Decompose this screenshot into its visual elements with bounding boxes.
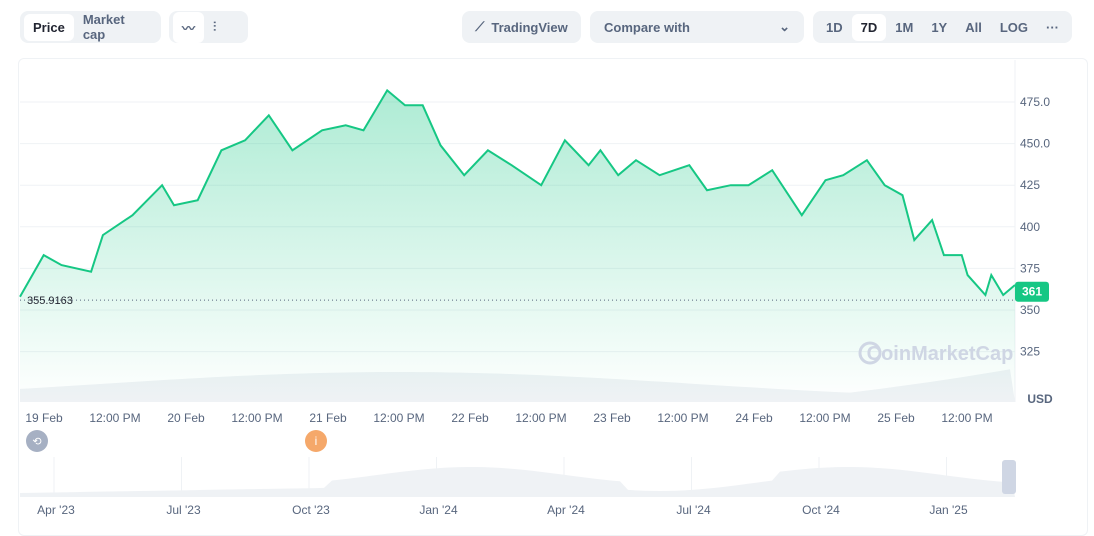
x-tick-label: 12:00 PM bbox=[89, 411, 140, 425]
y-tick-label: 325 bbox=[1020, 345, 1040, 359]
info-label: i bbox=[315, 434, 318, 448]
x-tick-label: 12:00 PM bbox=[373, 411, 424, 425]
x-tick-label: 12:00 PM bbox=[231, 411, 282, 425]
navigator-tick-label: Jul '24 bbox=[676, 503, 711, 517]
navigator-handle[interactable] bbox=[1002, 460, 1016, 494]
y-tick-label: 400 bbox=[1020, 220, 1040, 234]
navigator-tick-label: Jan '24 bbox=[419, 503, 458, 517]
price-chart[interactable]: CoinMarketCap 355.9163 325 350 375 400 425 45… bbox=[0, 0, 1094, 536]
x-tick-label: 22 Feb bbox=[451, 411, 489, 425]
navigator-tick-label: Oct '23 bbox=[292, 503, 330, 517]
y-axis-unit: USD bbox=[1027, 392, 1053, 406]
navigator-tick-label: Apr '23 bbox=[37, 503, 75, 517]
x-tick-label: 23 Feb bbox=[593, 411, 631, 425]
y-tick-label: 475.0 bbox=[1020, 95, 1050, 109]
x-tick-label: 12:00 PM bbox=[941, 411, 992, 425]
y-tick-label: 425 bbox=[1020, 178, 1040, 192]
navigator-tick-label: Jan '25 bbox=[929, 503, 968, 517]
navigator-tick-label: Apr '24 bbox=[547, 503, 585, 517]
history-glyph: ⟲ bbox=[32, 436, 41, 448]
x-tick-label: 12:00 PM bbox=[799, 411, 850, 425]
y-tick-label: 375 bbox=[1020, 261, 1040, 275]
y-tick-label: 350 bbox=[1020, 303, 1040, 317]
x-tick-label: 25 Feb bbox=[877, 411, 915, 425]
x-tick-label: 19 Feb bbox=[25, 411, 63, 425]
x-tick-label: 20 Feb bbox=[167, 411, 205, 425]
x-tick-label: 24 Feb bbox=[735, 411, 773, 425]
y-tick-label: 450.0 bbox=[1020, 137, 1050, 151]
navigator-tick-label: Jul '23 bbox=[166, 503, 201, 517]
navigator-tick-label: Oct '24 bbox=[802, 503, 840, 517]
reference-price: 355.9163 bbox=[27, 295, 73, 307]
x-tick-label: 21 Feb bbox=[309, 411, 347, 425]
current-price: 361 bbox=[1022, 285, 1042, 299]
watermark: CoinMarketCap bbox=[867, 343, 1014, 365]
x-tick-label: 12:00 PM bbox=[657, 411, 708, 425]
x-tick-label: 12:00 PM bbox=[515, 411, 566, 425]
